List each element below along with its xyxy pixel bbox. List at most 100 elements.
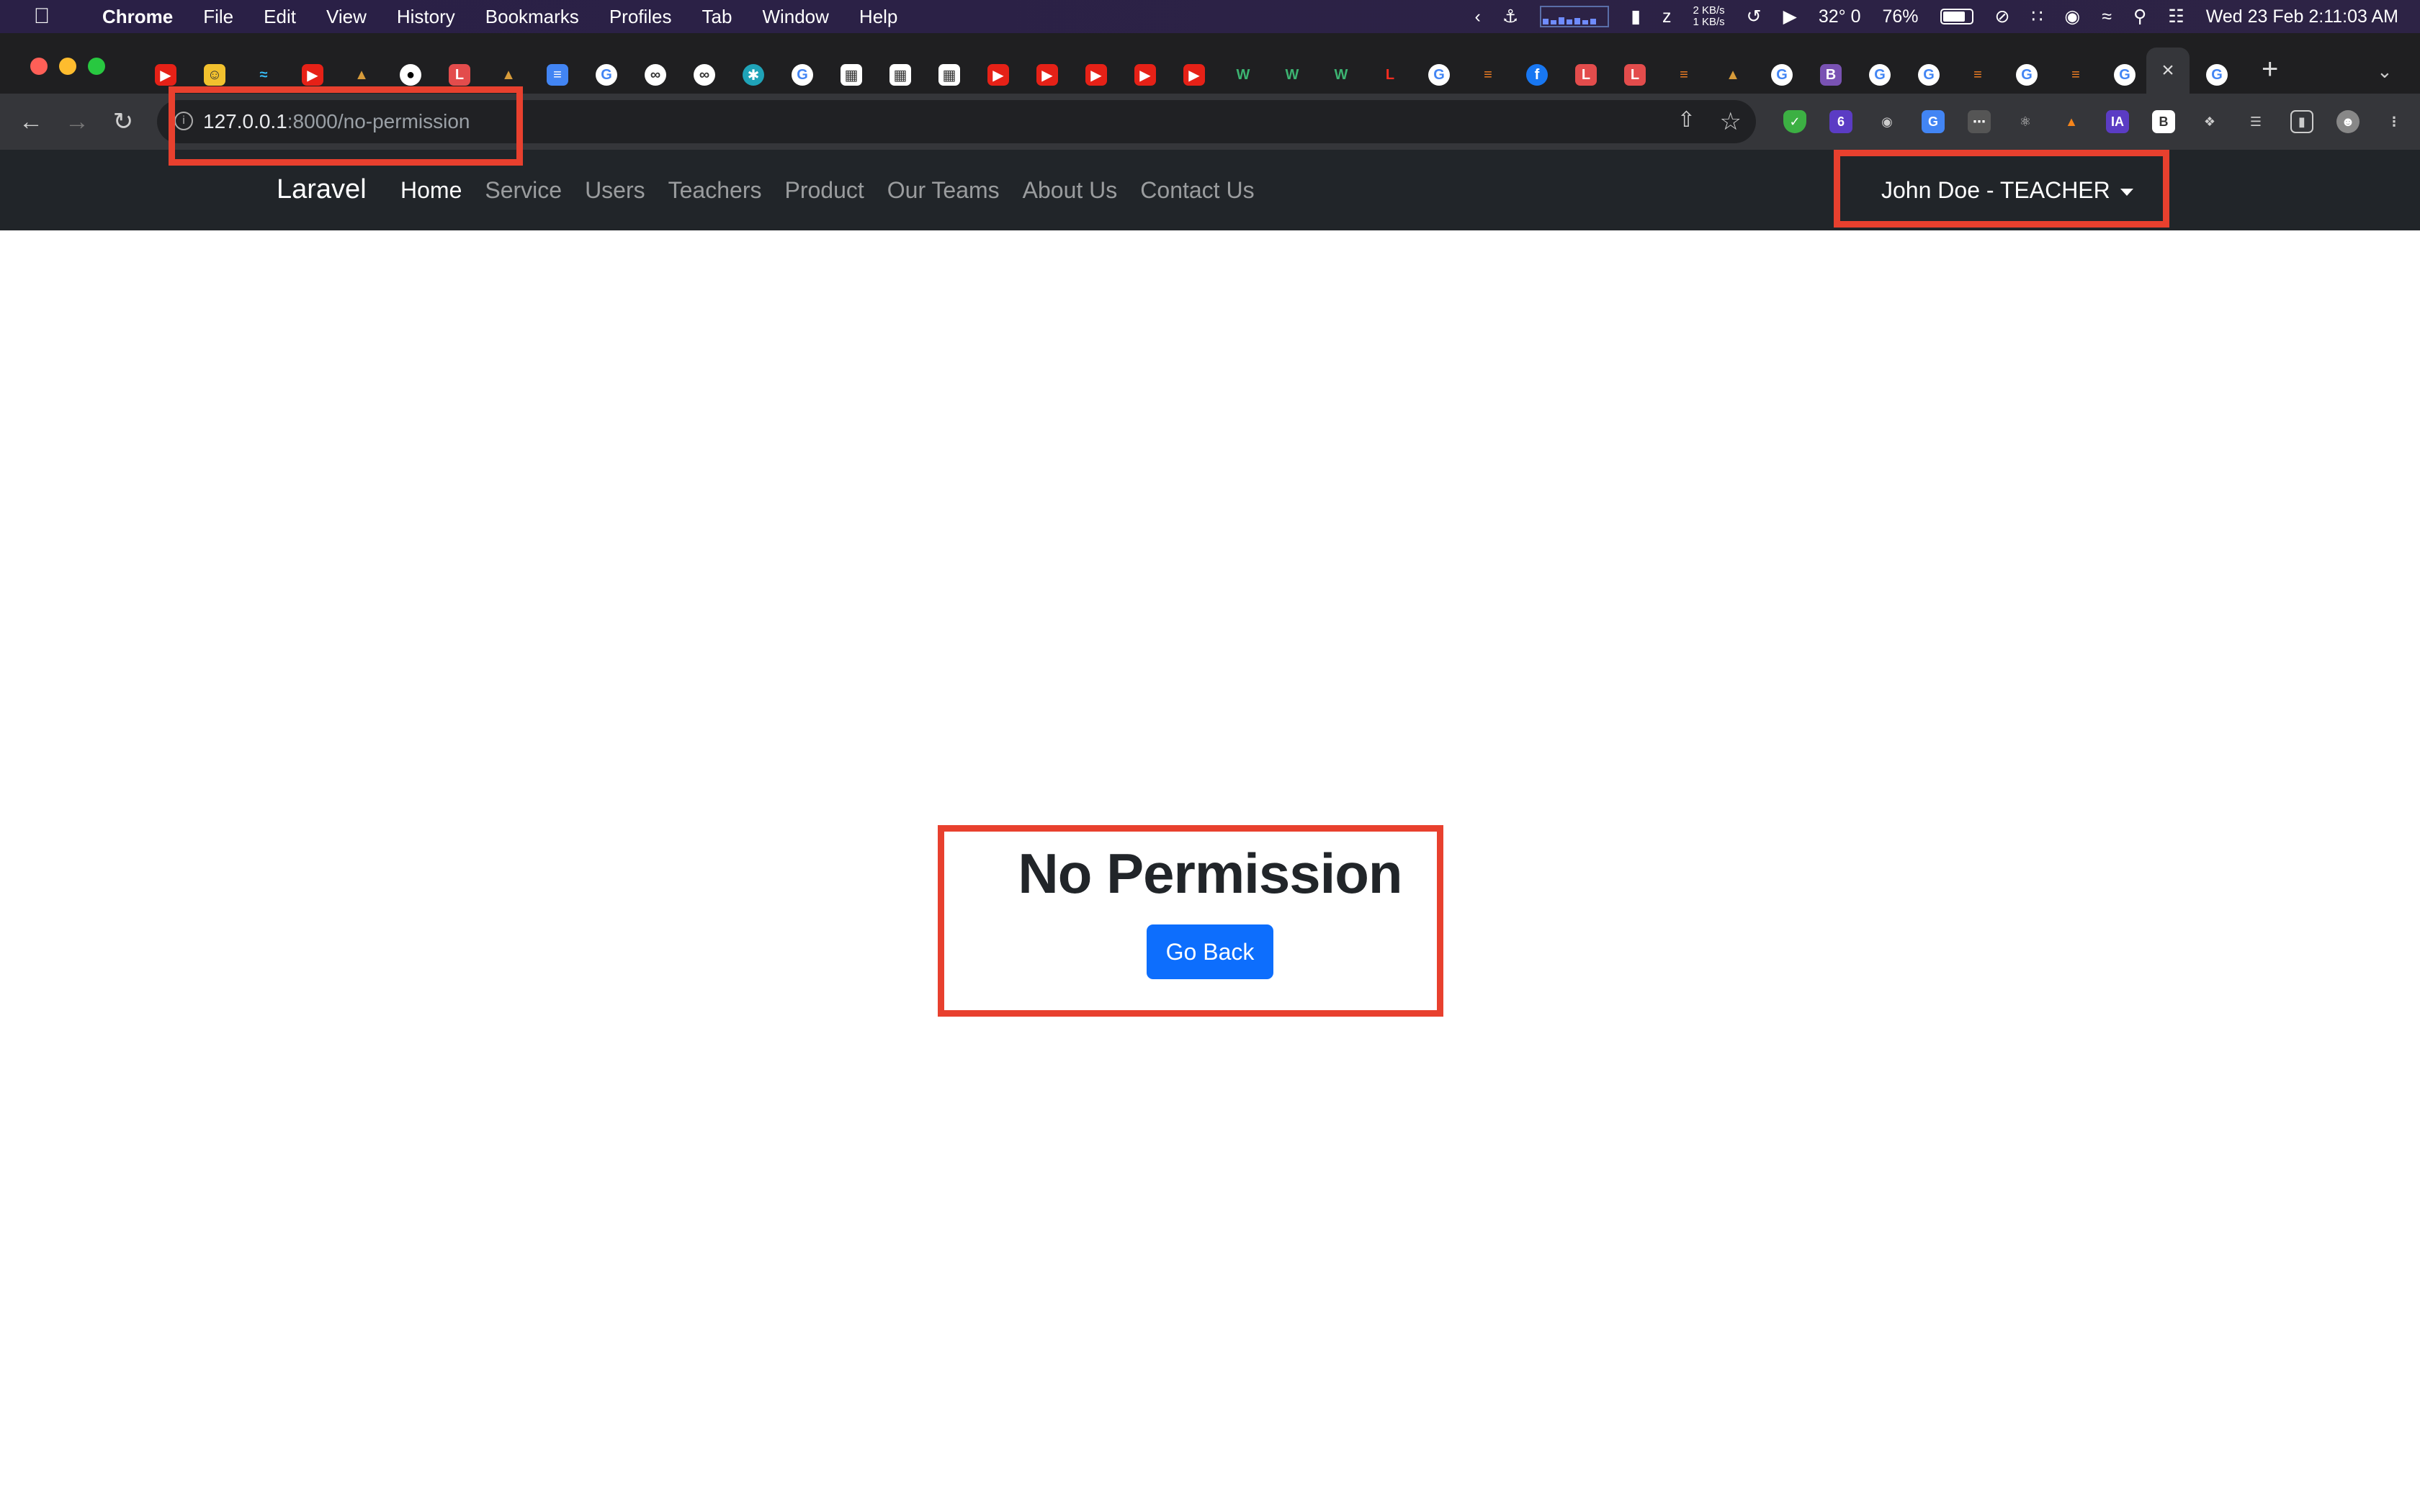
tab-tailwind-icon[interactable]: ≈ — [239, 56, 288, 94]
tab-google-icon[interactable]: G — [778, 56, 827, 94]
translate-extension-icon[interactable]: G — [1910, 104, 1956, 140]
puzzle-extensions-icon[interactable]: ❖ — [2187, 104, 2233, 140]
tab-google-icon[interactable]: G — [1415, 56, 1464, 94]
nav-link-our-teams[interactable]: Our Teams — [887, 177, 1000, 204]
tab-bootstrap-icon[interactable]: B — [1806, 56, 1855, 94]
site-info-icon[interactable]: i — [174, 112, 193, 130]
b-extension-icon[interactable]: B — [2141, 104, 2187, 140]
menu-help[interactable]: Help — [859, 6, 897, 28]
tab-teal-icon[interactable]: ✱ — [729, 56, 778, 94]
menu-bookmarks[interactable]: Bookmarks — [485, 6, 579, 28]
nav-link-home[interactable]: Home — [400, 177, 462, 204]
minimize-window-icon[interactable] — [59, 58, 76, 75]
maximize-window-icon[interactable] — [88, 58, 105, 75]
nav-link-teachers[interactable]: Teachers — [668, 177, 762, 204]
tab-docs-icon[interactable]: ≡ — [533, 56, 582, 94]
tab-w-icon[interactable]: W — [1317, 56, 1366, 94]
tab-laravel-icon[interactable]: L — [1610, 56, 1659, 94]
menu-app-chrome[interactable]: Chrome — [102, 6, 173, 28]
back-arrow-icon[interactable]: ← — [13, 104, 49, 140]
tab-stackoverflow-icon[interactable]: ≡ — [1953, 56, 2002, 94]
airdrop-icon[interactable]: ◉ — [2064, 6, 2080, 27]
bookmark-star-icon[interactable]: ☆ — [1720, 107, 1742, 136]
tab-google-icon[interactable]: G — [1855, 56, 1904, 94]
new-tab-icon[interactable]: + — [2262, 53, 2278, 86]
cpu-meter-icon[interactable] — [1540, 6, 1610, 27]
tab-swirl-icon[interactable]: ∞ — [680, 56, 729, 94]
tab-google-icon[interactable]: G — [2100, 56, 2149, 94]
tab-youtube-icon[interactable]: ▶ — [1121, 56, 1170, 94]
profile-avatar-icon[interactable]: ☻ — [2325, 104, 2371, 140]
tab-stripes-icon[interactable]: ▲ — [337, 56, 386, 94]
memory-meter-icon[interactable]: ▮ — [1631, 6, 1641, 27]
tab-laravel-icon[interactable]: L — [435, 56, 484, 94]
mute-icon[interactable]: ⊘ — [1995, 6, 2010, 27]
tab-google-icon[interactable]: G — [1904, 56, 1953, 94]
tab-youtube-icon[interactable]: ▶ — [141, 56, 190, 94]
address-bar[interactable]: i 127.0.0.1:8000/no-permission ⇧ ☆ — [157, 100, 1756, 143]
tab-stackoverflow-icon[interactable]: ≡ — [2051, 56, 2100, 94]
tab-stripes-icon[interactable]: ▲ — [484, 56, 533, 94]
tab-youtube-icon[interactable]: ▶ — [288, 56, 337, 94]
time-machine-icon[interactable]: ↺ — [1747, 6, 1762, 27]
shield-extension-icon[interactable]: ✓ — [1772, 104, 1818, 140]
tab-youtube-icon[interactable]: ▶ — [1072, 56, 1121, 94]
menu-profiles[interactable]: Profiles — [609, 6, 672, 28]
docker-whale-icon[interactable]: ⚓ — [1502, 6, 1518, 27]
tab-w-icon[interactable]: W — [1219, 56, 1268, 94]
address-url[interactable]: 127.0.0.1:8000/no-permission — [203, 110, 470, 133]
nav-link-contact-us[interactable]: Contact Us — [1140, 177, 1254, 204]
share-icon[interactable]: ⇧ — [1677, 107, 1695, 132]
tab-laravel-icon[interactable]: L — [1366, 56, 1415, 94]
tab-swirl-icon[interactable]: ∞ — [631, 56, 680, 94]
close-window-icon[interactable] — [30, 58, 48, 75]
temperature-reading[interactable]: 32° 0 — [1819, 6, 1861, 27]
menu-edit[interactable]: Edit — [264, 6, 296, 28]
menubar-datetime[interactable]: Wed 23 Feb 2:11:03 AM — [2206, 6, 2398, 27]
reload-icon[interactable]: ↻ — [105, 104, 141, 140]
user-dropdown[interactable]: John Doe - TEACHER — [1881, 177, 2133, 204]
control-center-icon[interactable]: ☷ — [2168, 6, 2184, 27]
tab-github-icon[interactable]: ● — [386, 56, 435, 94]
side-panel-icon[interactable]: ▮ — [2279, 104, 2325, 140]
sleep-icon[interactable]: z — [1662, 6, 1672, 27]
extension-badge-icon[interactable]: 6 — [1818, 104, 1864, 140]
menu-window[interactable]: Window — [762, 6, 828, 28]
tab-google-icon[interactable]: G — [582, 56, 631, 94]
camera-extension-icon[interactable]: ◉ — [1864, 104, 1910, 140]
reading-list-icon[interactable]: ☰ — [2233, 104, 2279, 140]
react-extension-icon[interactable]: ⚛ — [2002, 104, 2048, 140]
tab-w-icon[interactable]: W — [1268, 56, 1317, 94]
menu-history[interactable]: History — [397, 6, 455, 28]
menu-tab[interactable]: Tab — [702, 6, 732, 28]
tab-grid-icon[interactable]: ▦ — [925, 56, 974, 94]
nav-link-service[interactable]: Service — [485, 177, 562, 204]
tab-emoji-icon[interactable]: ☺ — [190, 56, 239, 94]
tab-laravel-icon[interactable]: L — [1561, 56, 1610, 94]
apple-icon[interactable]:  — [26, 4, 58, 29]
menu-view[interactable]: View — [326, 6, 367, 28]
search-icon[interactable]: ⚲ — [2133, 6, 2146, 27]
ia-extension-icon[interactable]: IA — [2094, 104, 2141, 140]
tab-grid-icon[interactable]: ▦ — [876, 56, 925, 94]
tab-stackoverflow-icon[interactable]: ≡ — [1464, 56, 1512, 94]
tab-facebook-icon[interactable]: f — [1512, 56, 1561, 94]
tab-grid-icon[interactable]: ▦ — [827, 56, 876, 94]
tab-search-chevron-icon[interactable]: ⌄ — [2377, 60, 2393, 83]
navbar-brand[interactable]: Laravel — [277, 174, 367, 205]
dots-extension-icon[interactable]: ⋯ — [1956, 104, 2002, 140]
metamask-extension-icon[interactable]: ▲ — [2048, 104, 2094, 140]
forward-arrow-icon[interactable]: → — [59, 104, 95, 140]
tab-stackoverflow-icon[interactable]: ≡ — [1659, 56, 1708, 94]
dots-icon[interactable]: ∷ — [2031, 6, 2043, 27]
more-menu-icon[interactable]: ⋮ — [2371, 104, 2417, 140]
tab-google-icon[interactable]: G — [2192, 56, 2241, 94]
tab-youtube-icon[interactable]: ▶ — [974, 56, 1023, 94]
nav-link-product[interactable]: Product — [784, 177, 864, 204]
network-speed[interactable]: 2 KB/s 1 KB/s — [1693, 5, 1724, 28]
play-icon[interactable]: ▶ — [1783, 6, 1797, 27]
active-tab-close-icon[interactable]: × — [2146, 48, 2190, 94]
wifi-icon[interactable]: ≈ — [2102, 6, 2112, 27]
tab-youtube-icon[interactable]: ▶ — [1170, 56, 1219, 94]
tab-google-icon[interactable]: G — [2002, 56, 2051, 94]
